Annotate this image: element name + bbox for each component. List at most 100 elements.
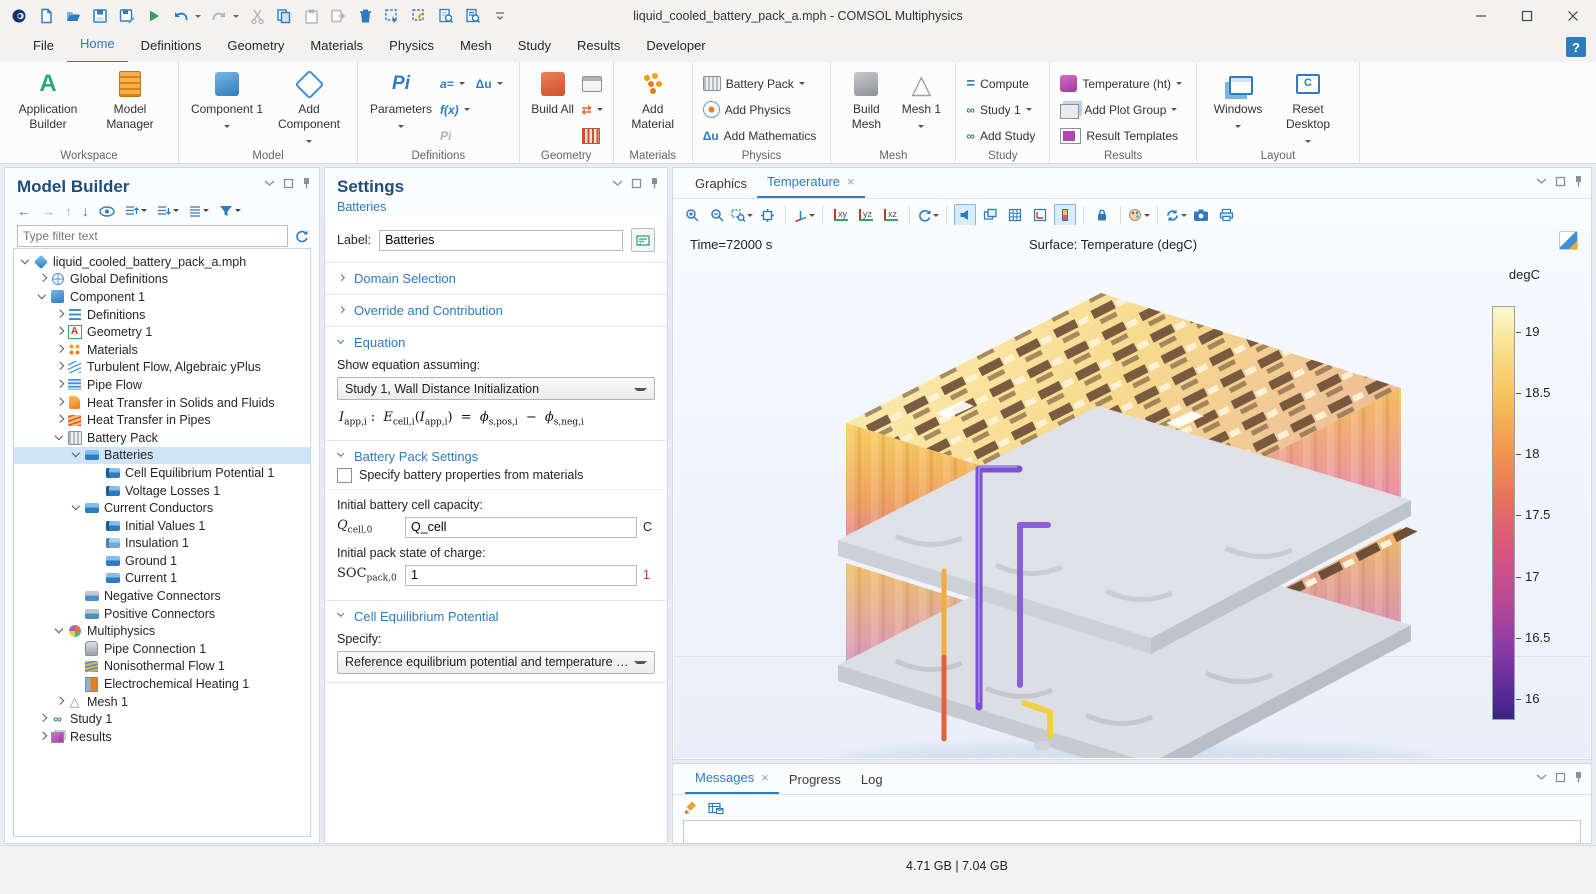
nonlocal-couplings-button[interactable]: Δu	[476, 71, 503, 96]
axes-icon[interactable]	[1029, 204, 1051, 226]
move-down-icon[interactable]: ↓	[82, 203, 89, 219]
section-expander-icon[interactable]	[337, 338, 347, 348]
add-physics-button[interactable]: Add Physics	[703, 97, 817, 122]
rebuild-button[interactable]: ⇄	[582, 97, 603, 122]
snapshot-icon[interactable]	[1190, 204, 1212, 226]
section-expander-icon[interactable]	[337, 274, 347, 284]
expander-icon[interactable]	[37, 273, 50, 285]
tree-item[interactable]: Negative Connectors	[14, 587, 310, 605]
new-file-icon[interactable]	[37, 7, 55, 25]
variables-button[interactable]: a=	[440, 71, 470, 96]
tree-item[interactable]: Voltage Losses 1	[14, 482, 310, 500]
capacity-input[interactable]	[405, 517, 637, 538]
expander-icon[interactable]	[54, 696, 67, 708]
plot-thumbnail-icon[interactable]	[1559, 231, 1578, 250]
menu-results[interactable]: Results	[564, 32, 633, 62]
expander-icon[interactable]	[54, 326, 67, 338]
menu-geometry[interactable]: Geometry	[214, 32, 297, 62]
expander-icon[interactable]	[54, 379, 67, 391]
maximize-button[interactable]	[1504, 0, 1550, 32]
functions-button[interactable]: f(x)	[440, 97, 470, 122]
tree-item[interactable]: AGeometry 1	[14, 323, 310, 341]
menu-mesh[interactable]: Mesh	[447, 32, 505, 62]
view-yz-icon[interactable]: yz	[855, 204, 877, 226]
tree-item[interactable]: Pipe Flow	[14, 376, 310, 394]
tree-item[interactable]: Results	[14, 728, 310, 746]
model-manager-button[interactable]: Model Manager	[92, 67, 168, 132]
close-tab-icon[interactable]: ×	[847, 168, 855, 195]
expander-icon[interactable]	[20, 256, 33, 268]
build-mesh-button[interactable]: Build Mesh	[841, 67, 891, 132]
open-file-icon[interactable]	[64, 7, 82, 25]
add-material-button[interactable]: Add Material	[624, 67, 682, 132]
tab-log[interactable]: Log	[851, 765, 893, 794]
expander-icon[interactable]	[54, 344, 67, 356]
temperature-plot-dropdown[interactable]: Temperature (ht)	[1060, 71, 1182, 96]
run-icon[interactable]	[145, 7, 163, 25]
expander-icon[interactable]	[37, 291, 50, 303]
panel-pin-icon[interactable]	[302, 177, 311, 189]
expander-icon[interactable]	[54, 625, 67, 637]
tree-item[interactable]: Component 1	[14, 288, 310, 306]
duplicate-icon[interactable]	[329, 7, 347, 25]
minimize-button[interactable]	[1458, 0, 1504, 32]
menu-physics[interactable]: Physics	[376, 32, 447, 62]
tree-item[interactable]: △Mesh 1	[14, 693, 310, 711]
zoom-in-icon[interactable]	[681, 204, 703, 226]
expand-all-icon[interactable]	[157, 205, 179, 217]
zoom-box-icon[interactable]	[731, 204, 753, 226]
virtual-operations-button[interactable]	[582, 123, 603, 148]
reset-desktop-button[interactable]: C Reset Desktop	[1275, 67, 1341, 146]
color-palette-icon[interactable]	[1128, 204, 1150, 226]
help-button[interactable]: ?	[1566, 37, 1586, 57]
panel-pin-icon[interactable]	[1574, 175, 1583, 187]
tree-item[interactable]: Battery Pack	[14, 429, 310, 447]
color-legend-icon[interactable]	[1054, 204, 1076, 226]
parameters-button[interactable]: Pi Parameters	[368, 67, 434, 131]
panel-float-icon[interactable]	[283, 178, 294, 189]
tree-filter-input[interactable]	[17, 225, 288, 247]
show-icon[interactable]	[99, 206, 115, 217]
forward-icon[interactable]: →	[41, 203, 55, 219]
panel-menu-icon[interactable]	[264, 179, 275, 187]
redo-icon[interactable]	[210, 7, 228, 25]
rotate-view-icon[interactable]	[917, 204, 939, 226]
soc-input[interactable]	[405, 565, 637, 586]
save-as-icon[interactable]	[118, 7, 136, 25]
tree-item[interactable]: Electrochemical Heating 1	[14, 675, 310, 693]
tree-item[interactable]: Current Conductors	[14, 499, 310, 517]
section-expander-icon[interactable]	[337, 451, 347, 461]
menu-materials[interactable]: Materials	[297, 32, 376, 62]
panel-pin-icon[interactable]	[1574, 771, 1583, 783]
application-builder-button[interactable]: A Application Builder	[10, 67, 86, 132]
tree-item[interactable]: liquid_cooled_battery_pack_a.mph	[14, 253, 310, 271]
label-input[interactable]	[379, 230, 623, 251]
add-plot-group-dropdown[interactable]: Add Plot Group	[1060, 97, 1182, 122]
tree-item[interactable]: Initial Values 1	[14, 517, 310, 535]
study-1-dropdown[interactable]: ∞Study 1	[966, 97, 1035, 122]
section-expander-icon[interactable]	[337, 306, 347, 316]
redo-dropdown-icon[interactable]	[233, 15, 239, 21]
undo-icon[interactable]	[172, 7, 190, 25]
tab-graphics[interactable]: Graphics	[685, 169, 757, 198]
tab-progress[interactable]: Progress	[779, 765, 851, 794]
select-box-icon[interactable]	[383, 7, 401, 25]
tree-item[interactable]: Turbulent Flow, Algebraic yPlus	[14, 359, 310, 377]
cut-icon[interactable]	[248, 7, 266, 25]
filter-icon[interactable]	[219, 205, 241, 217]
expander-icon[interactable]	[71, 502, 84, 514]
parameter-case-button[interactable]: Pi	[440, 123, 470, 148]
zoom-extents-icon[interactable]	[756, 204, 778, 226]
tab-messages[interactable]: Messages×	[685, 763, 779, 794]
add-mathematics-button[interactable]: ΔuAdd Mathematics	[703, 123, 817, 148]
tree-item[interactable]: Pipe Connection 1	[14, 640, 310, 658]
save-icon[interactable]	[91, 7, 109, 25]
print-icon[interactable]	[1215, 204, 1237, 226]
view-xy-icon[interactable]: xy	[830, 204, 852, 226]
compute-button[interactable]: =Compute	[966, 71, 1035, 96]
tree-item[interactable]: ∞Study 1	[14, 710, 310, 728]
mesh-1-button[interactable]: △ Mesh 1	[897, 67, 945, 131]
tree-item[interactable]: Heat Transfer in Solids and Fluids	[14, 394, 310, 412]
equation-assumption-dropdown[interactable]: Study 1, Wall Distance Initialization	[337, 377, 655, 400]
panel-float-icon[interactable]	[1555, 772, 1566, 783]
